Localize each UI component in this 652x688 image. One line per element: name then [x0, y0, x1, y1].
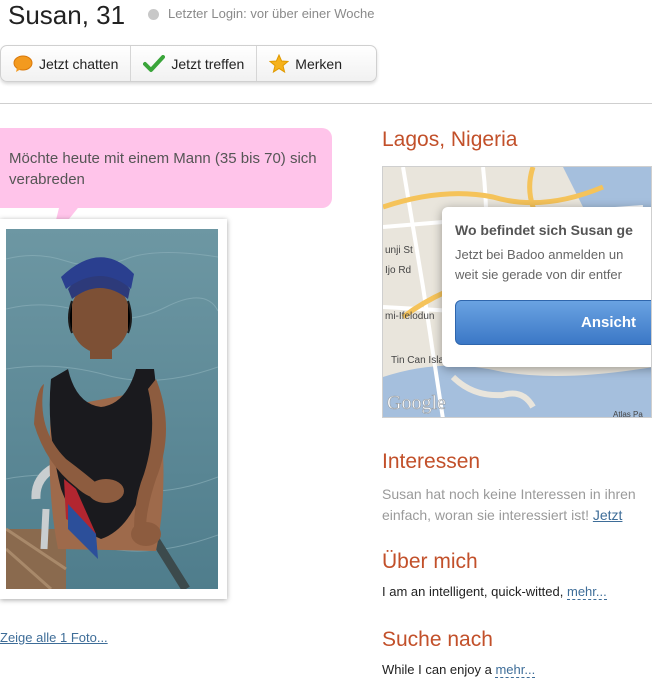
offline-status-icon — [148, 9, 159, 20]
popup-line-2: weit sie gerade von dir entfer — [455, 267, 622, 282]
chat-button[interactable]: Jetzt chatten — [1, 46, 132, 81]
chat-bubble-icon — [13, 55, 33, 73]
seeking-text: While I can enjoy a mehr... — [382, 662, 536, 678]
interests-line-2: einfach, woran sie interessiert ist! Jet… — [382, 505, 652, 526]
seeking-more-link[interactable]: mehr... — [495, 662, 536, 678]
about-snippet: I am an intelligent, quick-witted, — [382, 584, 564, 599]
checkmark-icon — [143, 54, 166, 73]
seeking-snippet: While I can enjoy a — [382, 662, 492, 677]
chat-button-label: Jetzt chatten — [39, 55, 119, 72]
profile-name: Susan, 31 — [8, 0, 126, 30]
location-map[interactable]: unji St Ijo Rd mi-Ifelodun Tin Can Islan… — [382, 166, 652, 418]
favorite-button-label: Merken — [295, 55, 342, 72]
header-divider — [0, 103, 652, 104]
view-location-button-label: Ansicht — [581, 314, 637, 331]
interests-now-link[interactable]: Jetzt — [593, 507, 623, 523]
map-location-popup: Wo befindet sich Susan ge Jetzt bei Bado… — [442, 207, 651, 367]
about-title: Über mich — [382, 550, 478, 573]
last-login-text: Letzter Login: vor über einer Woche — [168, 6, 375, 21]
interests-title: Interessen — [382, 450, 481, 473]
star-icon — [269, 53, 290, 74]
meet-button-label: Jetzt treffen — [171, 55, 245, 72]
show-all-photos-link[interactable]: Zeige alle 1 Foto... — [0, 630, 108, 645]
mood-text: Möchte heute mit einem Mann (35 bis 70) … — [9, 150, 317, 188]
about-text: I am an intelligent, quick-witted, mehr.… — [382, 584, 607, 600]
favorite-button[interactable]: Merken — [257, 46, 354, 81]
mood-bubble: Möchte heute mit einem Mann (35 bis 70) … — [0, 128, 332, 208]
interests-line-2-text: einfach, woran sie interessiert ist! — [382, 507, 589, 523]
popup-title: Wo befindet sich Susan ge — [455, 222, 633, 238]
location-title: Lagos, Nigeria — [382, 128, 518, 151]
map-attribution: Atlas Pa — [613, 410, 643, 418]
map-google-logo: Google — [387, 392, 446, 414]
profile-photo[interactable] — [6, 229, 218, 589]
map-label-ifelodun: mi-Ifelodun — [385, 311, 434, 322]
view-location-button[interactable]: Ansicht — [455, 300, 651, 345]
popup-line-1: Jetzt bei Badoo anmelden un — [455, 247, 624, 262]
map-label-ijo-rd: Ijo Rd — [385, 265, 411, 276]
seeking-title: Suche nach — [382, 628, 493, 651]
interests-line-1: Susan hat noch keine Interessen in ihren — [382, 486, 636, 502]
profile-photo-frame[interactable] — [0, 219, 227, 599]
interests-text: Susan hat noch keine Interessen in ihren… — [382, 484, 652, 526]
map-label-unji-st: unji St — [385, 245, 413, 256]
action-bar: Jetzt chatten Jetzt treffen Merken — [0, 45, 377, 82]
about-more-link[interactable]: mehr... — [567, 584, 607, 600]
meet-button[interactable]: Jetzt treffen — [131, 46, 258, 81]
